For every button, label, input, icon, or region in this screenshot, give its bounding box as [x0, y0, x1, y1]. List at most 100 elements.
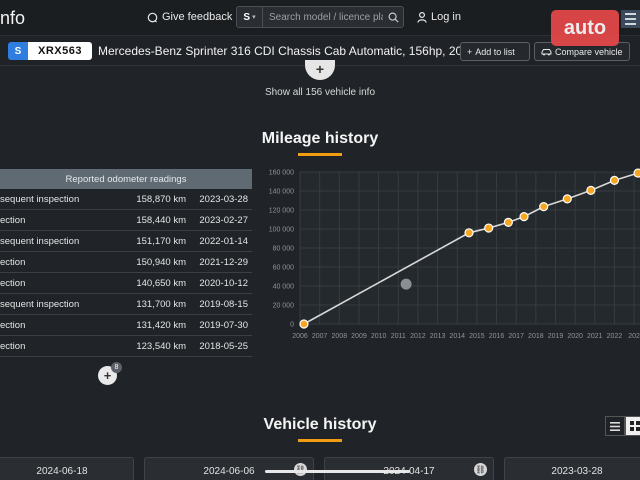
expand-info-button[interactable]: +	[305, 60, 335, 80]
x-tick-label: 2012	[410, 333, 426, 340]
km-cell: 123,540 km	[136, 340, 186, 352]
event-cell: sequent inspection	[0, 298, 80, 310]
list-view-button[interactable]	[605, 416, 625, 436]
x-tick-label: 2018	[528, 333, 544, 340]
history-card[interactable]: 2024-06-06 ⛓	[144, 457, 314, 480]
chevron-down-icon: ▾	[252, 14, 256, 21]
x-tick-label: 202	[628, 333, 640, 340]
date-cell: 2019-08-15	[199, 298, 248, 310]
x-tick-label: 2019	[548, 333, 564, 340]
table-row: ection 140,650 km 2020-10-12	[0, 273, 252, 294]
x-tick-label: 2007	[312, 333, 328, 340]
x-tick-label: 2017	[508, 333, 524, 340]
menu-icon	[625, 13, 636, 15]
x-tick-label: 2013	[430, 333, 446, 340]
date-cell: 2019-07-30	[199, 319, 248, 331]
event-cell: sequent inspection	[0, 235, 80, 247]
brand-logo: auto	[551, 10, 619, 46]
data-point	[633, 168, 640, 178]
x-tick-label: 2016	[489, 333, 505, 340]
plus-icon: +	[467, 46, 473, 57]
odometer-table: Reported odometer readings sequent inspe…	[0, 169, 252, 357]
menu-button[interactable]	[621, 10, 640, 28]
date-cell: 2018-05-25	[199, 340, 248, 352]
vehicle-title: Mercedes-Benz Sprinter 316 CDI Chassis C…	[98, 44, 476, 58]
km-cell: 151,170 km	[136, 235, 186, 247]
y-tick-label: 140 000	[269, 189, 294, 196]
data-point	[539, 202, 549, 212]
site-logo[interactable]: nfo	[0, 8, 25, 29]
y-tick-label: 80 000	[273, 246, 295, 253]
km-cell: 158,870 km	[136, 193, 186, 205]
add-to-list-label: Add to list	[475, 46, 515, 57]
history-card[interactable]: 2024-04-17 ⛓	[324, 457, 494, 480]
more-count-badge: 8	[111, 362, 122, 373]
feedback-icon	[147, 12, 158, 23]
list-icon	[610, 421, 620, 431]
compare-vehicle-label: Compare vehicle	[555, 46, 623, 57]
table-row: ection 158,440 km 2023-02-27	[0, 210, 252, 231]
heading-underline	[298, 153, 342, 156]
link-icon[interactable]: ⛓	[474, 463, 487, 476]
event-cell: sequent inspection	[0, 193, 80, 205]
x-tick-label: 2022	[607, 333, 623, 340]
view-toggle	[605, 416, 640, 436]
grid-view-button[interactable]	[625, 416, 640, 436]
vehicle-history-heading: Vehicle history	[263, 416, 377, 433]
table-header: Reported odometer readings	[0, 169, 252, 189]
x-tick-label: 2009	[351, 333, 367, 340]
data-point	[299, 319, 309, 329]
event-cell: ection	[0, 319, 26, 331]
history-card-date: 2023-03-28	[551, 466, 603, 477]
country-select[interactable]: S ▾	[237, 7, 263, 27]
search-input[interactable]	[263, 11, 383, 23]
search-button[interactable]	[383, 12, 403, 23]
km-cell: 150,940 km	[136, 256, 186, 268]
plate-number: XRX563	[28, 42, 92, 60]
show-all-info-link[interactable]: Show all 156 vehicle info	[0, 87, 640, 98]
plate-country: S	[8, 42, 28, 60]
table-row: ection 123,540 km 2018-05-25	[0, 336, 252, 357]
licence-plate: S XRX563	[8, 42, 92, 60]
date-cell: 2020-10-12	[199, 277, 248, 289]
y-tick-label: 100 000	[269, 227, 294, 234]
y-tick-label: 160 000	[269, 170, 294, 177]
table-row: ection 150,940 km 2021-12-29	[0, 252, 252, 273]
heading-underline	[298, 439, 342, 442]
give-feedback-label: Give feedback	[162, 11, 233, 23]
horizontal-scrollbar[interactable]	[265, 470, 410, 473]
y-tick-label: 120 000	[269, 208, 294, 215]
data-point	[562, 194, 572, 204]
history-card[interactable]: 2024-06-18	[0, 457, 134, 480]
search-box: S ▾	[236, 6, 404, 28]
add-to-list-button[interactable]: + Add to list	[460, 42, 530, 61]
y-tick-label: 60 000	[273, 265, 295, 272]
x-tick-label: 2008	[332, 333, 348, 340]
data-point	[609, 175, 620, 185]
grid-icon	[630, 421, 640, 431]
km-cell: 131,700 km	[136, 298, 186, 310]
history-card-date: 2024-06-18	[36, 466, 88, 477]
give-feedback-button[interactable]: Give feedback	[147, 11, 232, 23]
search-icon	[388, 12, 399, 23]
event-cell: ection	[0, 277, 26, 289]
x-tick-label: 2021	[587, 333, 603, 340]
country-code: S	[243, 11, 251, 23]
data-point	[586, 185, 596, 195]
km-cell: 158,440 km	[136, 214, 186, 226]
top-nav: nfo Give feedback S ▾ Log in	[0, 0, 640, 36]
mileage-history-heading: Mileage history	[261, 130, 379, 147]
event-cell: ection	[0, 256, 26, 268]
x-tick-label: 2014	[449, 333, 465, 340]
login-button[interactable]: Log in	[417, 11, 461, 23]
table-row: sequent inspection 131,700 km 2019-08-15	[0, 294, 252, 315]
plus-icon: +	[315, 61, 325, 77]
data-point	[464, 228, 474, 238]
history-card[interactable]: 2023-03-28	[504, 457, 640, 480]
x-tick-label: 2011	[391, 333, 406, 340]
outlier-point	[400, 278, 412, 290]
table-row: sequent inspection 158,870 km 2023-03-28	[0, 189, 252, 210]
user-icon	[417, 11, 427, 23]
x-tick-label: 2020	[567, 333, 583, 340]
event-cell: ection	[0, 214, 26, 226]
